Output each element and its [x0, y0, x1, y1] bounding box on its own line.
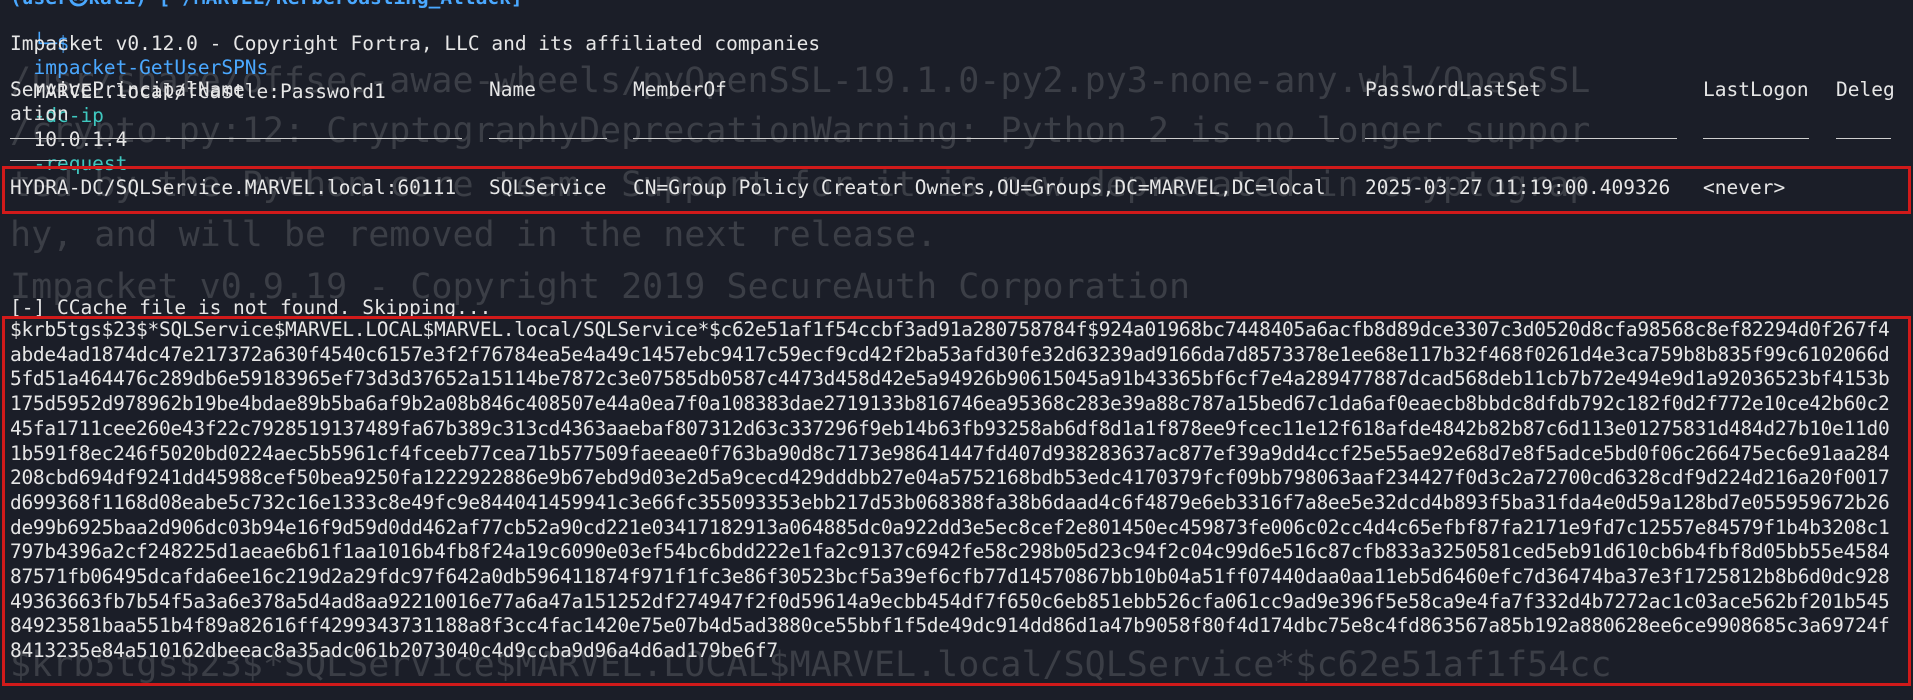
separator-passwordlastset	[1365, 138, 1677, 139]
header-deleg-wrap: ation	[10, 102, 69, 125]
impacket-banner: Impacket v0.12.0 - Copyright Fortra, LLC…	[10, 32, 821, 55]
separator-memberof	[633, 138, 1339, 139]
header-lastlogon: LastLogon	[1703, 78, 1809, 101]
separator-spn-wrap	[10, 160, 66, 161]
header-spn: ServicePrincipalName	[10, 78, 245, 101]
hash-highlight	[2, 316, 1911, 686]
command-name: impacket-GetUserSPNs	[33, 56, 269, 79]
spn-row-highlight	[2, 166, 1911, 214]
separator-lastlogon	[1703, 138, 1809, 139]
separator-delegation	[1836, 138, 1891, 139]
separator-spn	[10, 138, 462, 139]
dc-ip-value: 10.0.1.4	[33, 128, 128, 151]
bg-line-4: hy, and will be removed in the next rele…	[10, 215, 938, 255]
header-name: Name	[489, 78, 536, 101]
header-passwordlastset: PasswordLastSet	[1365, 78, 1542, 101]
bg-line-2: /crypto.py:12: CryptographyDeprecationWa…	[10, 111, 1591, 151]
header-memberof: MemberOf	[633, 78, 727, 101]
command-line[interactable]: └─$ impacket-GetUserSPNs MARVEL.local/fc…	[10, 8, 385, 175]
separator-name	[489, 138, 607, 139]
header-delegation: Deleg	[1836, 78, 1895, 101]
